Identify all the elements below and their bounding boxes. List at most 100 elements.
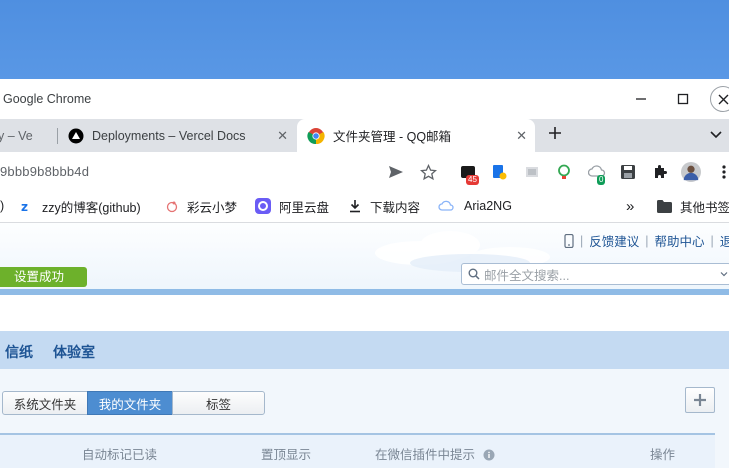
extensions-button[interactable]	[650, 162, 670, 182]
translate-extension-button[interactable]	[489, 162, 509, 182]
download-icon	[348, 199, 362, 213]
tab-search-button[interactable]	[709, 127, 723, 144]
header-divider	[0, 289, 729, 295]
tab-label: y – Ve	[0, 128, 33, 143]
bookmark-label: 其他书签	[680, 200, 729, 215]
svg-text:z: z	[21, 200, 28, 213]
tab-vercel-docs[interactable]: Deployments – Vercel Docs ✕	[58, 119, 296, 152]
bookmark-star-button[interactable]	[418, 162, 438, 182]
tab-close-icon[interactable]: ✕	[516, 128, 527, 144]
header-links: | 反馈建议 | 帮助中心 | 退出	[564, 231, 729, 250]
bookmark-label: 彩云小梦	[187, 200, 238, 215]
send-tab-button[interactable]	[386, 162, 406, 182]
tab-strip: y – Ve Deployments – Vercel Docs ✕ 文件夹管理…	[0, 119, 729, 152]
bookmarks-bar: ) z zzy的博客(github) 彩云小梦 阿里云盘 下载内容 Aria2N…	[0, 190, 729, 223]
folder-icon	[657, 199, 672, 213]
profile-avatar[interactable]	[681, 162, 701, 182]
help-center-link[interactable]: 帮助中心	[655, 231, 705, 250]
translate-icon	[493, 165, 507, 180]
browser-toolbar: 9bbb9b8bbb4d 45 0	[0, 152, 729, 190]
qq-mail-page: | 反馈建议 | 帮助中心 | 退出 设置成功 邮件全文搜索... 信纸 体验室	[0, 223, 729, 468]
chevron-down-icon	[710, 131, 722, 139]
avatar-icon	[681, 162, 701, 182]
search-dropdown-icon[interactable]	[720, 267, 728, 281]
send-icon	[389, 166, 403, 178]
segment-tags[interactable]: 标签	[172, 391, 265, 415]
star-icon	[419, 163, 437, 180]
window-title: Google Chrome	[3, 92, 92, 106]
overflow-chevron-icon: »	[626, 197, 635, 215]
reader-extension-button[interactable]	[522, 162, 542, 182]
bookmark-partial[interactable]: )	[0, 190, 4, 222]
bookmark-label: )	[0, 199, 5, 213]
aliyun-drive-icon	[255, 198, 271, 214]
qq-mail-header: | 反馈建议 | 帮助中心 | 退出 设置成功 邮件全文搜索...	[0, 223, 729, 291]
logout-link[interactable]: 退出	[720, 231, 729, 250]
address-bar-text[interactable]: 9bbb9b8bbb4d	[0, 164, 89, 179]
folder-table-header: 自动标记已读 置顶显示 在微信插件中提示 操作	[0, 433, 715, 468]
vercel-logo-icon	[68, 128, 84, 143]
mobile-phone-icon	[564, 233, 574, 248]
bookmark-downloads[interactable]: 下载内容	[348, 190, 420, 222]
caiyun-icon	[165, 199, 179, 213]
bookmark-other-folder[interactable]: 其他书签	[657, 190, 729, 222]
bookmark-aliyun-drive[interactable]: 阿里云盘	[255, 190, 329, 222]
maximize-button[interactable]	[668, 85, 698, 113]
bookmark-caiyun[interactable]: 彩云小梦	[165, 190, 237, 222]
search-icon	[468, 268, 480, 280]
tab-close-icon[interactable]: ✕	[277, 128, 288, 144]
nav-stationery[interactable]: 信纸	[5, 342, 33, 362]
lightbulb-icon	[558, 164, 570, 179]
success-tip: 设置成功	[0, 267, 87, 287]
save-extension-button[interactable]	[618, 162, 638, 182]
bookmark-label: Aria2NG	[464, 199, 512, 213]
bookmark-aria2ng[interactable]: Aria2NG	[438, 190, 512, 222]
puzzle-icon	[655, 165, 667, 178]
segment-my-folders[interactable]: 我的文件夹	[87, 391, 173, 415]
tab-label: 文件夹管理 - QQ邮箱	[333, 130, 452, 144]
chrome-window: Google Chrome y – Ve Deployments – Verce…	[0, 79, 729, 468]
plus-icon	[549, 127, 561, 139]
kebab-menu-icon	[722, 165, 726, 179]
idea-extension-button[interactable]	[554, 162, 574, 182]
chrome-favicon-icon	[307, 127, 325, 144]
bookmark-zzy-blog[interactable]: z zzy的博客(github)	[20, 190, 141, 222]
header-wechat-notify-label: 在微信插件中提示	[375, 448, 476, 462]
cloud-extension-button[interactable]: 0	[587, 162, 607, 185]
settings-nav: 信纸 体验室	[0, 331, 729, 369]
bookmark-label: 下载内容	[370, 200, 421, 215]
new-tab-button[interactable]	[548, 123, 562, 146]
feedback-link[interactable]: 反馈建议	[589, 231, 639, 250]
close-window-button[interactable]	[710, 86, 729, 112]
minimize-button[interactable]	[626, 85, 656, 113]
header-wechat-notify: 在微信插件中提示	[375, 444, 495, 463]
minimize-icon	[636, 98, 646, 100]
aria2ng-cloud-icon	[438, 199, 456, 213]
search-placeholder: 邮件全文搜索...	[484, 268, 570, 283]
mail-search-input[interactable]: 邮件全文搜索...	[461, 263, 729, 285]
segment-system-folders[interactable]: 系统文件夹	[2, 391, 88, 415]
header-auto-mark-read: 自动标记已读	[82, 448, 158, 462]
title-bar: Google Chrome	[0, 79, 729, 119]
floppy-disk-icon	[621, 165, 635, 179]
tab-label: Deployments – Vercel Docs	[92, 128, 246, 143]
browser-menu-button[interactable]	[714, 162, 729, 182]
close-icon	[718, 94, 728, 104]
tab-partial[interactable]: y – Ve	[0, 119, 52, 152]
mail-badge: 45	[466, 175, 479, 185]
bookmark-label: 阿里云盘	[279, 200, 330, 215]
bookmark-label: zzy的博客(github)	[42, 200, 141, 215]
maximize-icon	[677, 93, 689, 105]
info-icon	[483, 449, 494, 461]
reader-icon	[526, 167, 538, 177]
zzy-logo-icon: z	[20, 199, 34, 213]
bookmarks-overflow-button[interactable]: »	[626, 190, 634, 222]
plus-icon	[694, 394, 706, 406]
header-pin-top: 置顶显示	[261, 448, 312, 462]
add-folder-button[interactable]	[685, 387, 715, 413]
nav-lab[interactable]: 体验室	[53, 342, 95, 362]
tab-qq-mail[interactable]: 文件夹管理 - QQ邮箱 ✕	[297, 119, 535, 152]
cloud-badge: 0	[597, 175, 606, 185]
mail-extension-button[interactable]: 45	[458, 162, 479, 185]
header-actions: 操作	[650, 448, 676, 462]
